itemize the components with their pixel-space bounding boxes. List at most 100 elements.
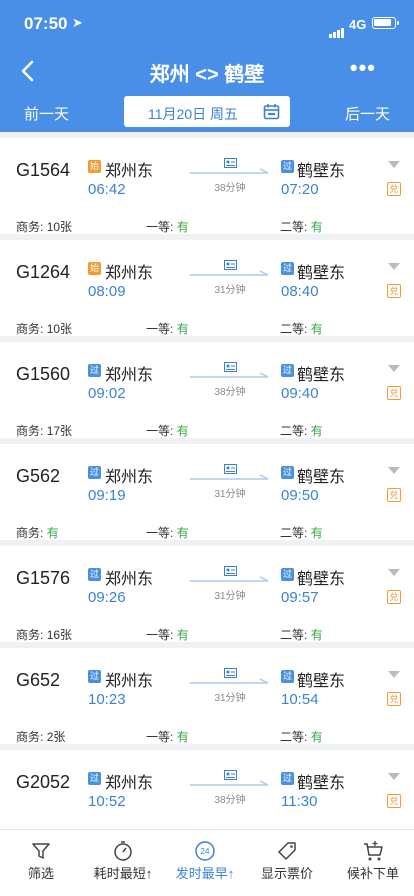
- back-arrow-icon[interactable]: [14, 56, 44, 86]
- first-class-availability: 有: [176, 730, 189, 744]
- business-availability: 10张: [46, 322, 73, 336]
- business-seat: 商务: 有: [16, 526, 59, 540]
- second-class-seat: 二等: 有: [280, 628, 323, 642]
- chevron-down-icon[interactable]: [388, 569, 400, 576]
- previous-day-button[interactable]: 前一天: [24, 103, 69, 124]
- train-number: G2052: [16, 772, 71, 792]
- exchange-badge: 兑: [387, 284, 401, 298]
- route-arrow-icon: [190, 372, 269, 378]
- first-class-availability: 有: [176, 322, 189, 336]
- pass-station-tag: 过: [281, 262, 294, 275]
- departure-time: 06:42: [88, 181, 126, 198]
- train-card[interactable]: G2052 过 郑州东 10:52 38分钟 过 鹤壁东 11:30 兑: [0, 750, 414, 829]
- next-day-button[interactable]: 后一天: [345, 103, 390, 124]
- arrival-time: 09:57: [281, 589, 319, 606]
- business-availability: 17张: [46, 424, 73, 438]
- business-seat: 商务: 16张: [16, 628, 73, 642]
- clock-24-icon: 24: [195, 841, 215, 861]
- bottom-toolbar: 筛选 耗时最短↑ 24 发时最早↑ 显示票价 候补下单: [0, 829, 414, 896]
- arrival-station: 鹤壁东: [297, 673, 346, 690]
- arrival-time: 08:40: [281, 283, 319, 300]
- business-seat: 商务: 2张: [16, 730, 66, 744]
- train-number: G1576: [16, 568, 71, 588]
- second-class-availability: 有: [310, 526, 323, 540]
- exchange-badge: 兑: [387, 692, 401, 706]
- sort-shortest-duration-button[interactable]: 耗时最短↑: [82, 830, 164, 896]
- arrival-station: 鹤壁东: [297, 163, 346, 180]
- departure-time: 09:19: [88, 487, 126, 504]
- exchange-badge: 兑: [387, 590, 401, 604]
- id-card-icon: [224, 158, 237, 168]
- arrival-time: 11:30: [281, 793, 318, 810]
- train-card[interactable]: G1576 过 郑州东 09:26 31分钟 过 鹤壁东 09:57 兑 商务:…: [0, 546, 414, 642]
- cart-plus-icon: [364, 841, 383, 861]
- sort-earliest-departure-button[interactable]: 24 发时最早↑: [164, 830, 246, 896]
- more-options-icon[interactable]: •••: [350, 57, 376, 79]
- exchange-badge: 兑: [387, 182, 401, 196]
- origin-station-tag: 始: [88, 262, 101, 275]
- pass-station-tag: 过: [281, 466, 294, 479]
- id-card-icon: [224, 770, 237, 780]
- business-availability: 2张: [46, 730, 66, 744]
- departure-time: 09:02: [88, 385, 126, 402]
- selected-date: 11月20日 周五: [148, 106, 238, 122]
- departure-time: 09:26: [88, 589, 126, 606]
- departure-station: 郑州东: [105, 367, 154, 384]
- filter-button[interactable]: 筛选: [0, 830, 82, 896]
- train-card[interactable]: G652 过 郑州东 10:23 31分钟 过 鹤壁东 10:54 兑 商务: …: [0, 648, 414, 744]
- id-card-icon: [224, 566, 237, 576]
- departure-time: 08:09: [88, 283, 126, 300]
- chevron-down-icon[interactable]: [388, 671, 400, 678]
- business-seat: 商务: 10张: [16, 220, 73, 234]
- travel-duration: 38分钟: [214, 387, 246, 398]
- chevron-down-icon[interactable]: [388, 365, 400, 372]
- filter-label: 筛选: [27, 866, 54, 881]
- pass-station-tag: 过: [281, 364, 294, 377]
- chevron-down-icon[interactable]: [388, 773, 400, 780]
- arrival-time: 07:20: [281, 181, 319, 198]
- first-class-availability: 有: [176, 526, 189, 540]
- chevron-down-icon[interactable]: [388, 467, 400, 474]
- calendar-icon: [263, 104, 280, 120]
- status-bar: 07:50 ➤ 4G: [0, 0, 414, 48]
- show-price-button[interactable]: 显示票价: [246, 830, 328, 896]
- departure-station: 郑州东: [105, 265, 154, 282]
- arrival-station: 鹤壁东: [297, 775, 346, 792]
- second-class-seat: 二等: 有: [280, 322, 323, 336]
- arrival-station: 鹤壁东: [297, 571, 346, 588]
- location-arrow-icon: ➤: [72, 15, 83, 30]
- chevron-down-icon[interactable]: [388, 263, 400, 270]
- price-tag-icon: [278, 842, 296, 860]
- signal-icon: [329, 20, 345, 38]
- first-class-availability: 有: [176, 628, 189, 642]
- train-card[interactable]: G1264 始 郑州东 08:09 31分钟 过 鹤壁东 08:40 兑 商务:…: [0, 240, 414, 336]
- sort-shortest-label: 耗时最短↑: [93, 866, 153, 881]
- train-number: G1264: [16, 262, 71, 282]
- pass-station-tag: 过: [281, 160, 294, 173]
- date-picker[interactable]: 11月20日 周五: [124, 96, 290, 127]
- route-arrow-icon: [190, 678, 269, 684]
- business-availability: 16张: [46, 628, 73, 642]
- train-number: G1564: [16, 160, 71, 180]
- stopwatch-icon: [114, 841, 132, 861]
- departure-time: 10:23: [88, 691, 126, 708]
- departure-station: 郑州东: [105, 571, 154, 588]
- waitlist-order-button[interactable]: 候补下单: [332, 830, 414, 896]
- first-class-seat: 一等: 有: [146, 526, 189, 540]
- train-card[interactable]: G1564 始 郑州东 06:42 38分钟 过 鹤壁东 07:20 兑 商务:…: [0, 138, 414, 234]
- exchange-badge: 兑: [387, 386, 401, 400]
- filter-icon: [32, 843, 50, 859]
- departure-station: 郑州东: [105, 469, 154, 486]
- travel-duration: 38分钟: [214, 183, 246, 194]
- train-list[interactable]: G1564 始 郑州东 06:42 38分钟 过 鹤壁东 07:20 兑 商务:…: [0, 132, 414, 829]
- pass-station-tag: 过: [88, 772, 101, 785]
- train-card[interactable]: G1560 过 郑州东 09:02 38分钟 过 鹤壁东 09:40 兑 商务:…: [0, 342, 414, 438]
- departure-time: 10:52: [88, 793, 126, 810]
- chevron-down-icon[interactable]: [388, 161, 400, 168]
- id-card-icon: [224, 362, 237, 372]
- second-class-availability: 有: [310, 424, 323, 438]
- train-card[interactable]: G562 过 郑州东 09:19 31分钟 过 鹤壁东 09:50 兑 商务: …: [0, 444, 414, 540]
- train-number: G1560: [16, 364, 71, 384]
- arrival-time: 09:40: [281, 385, 319, 402]
- second-class-availability: 有: [310, 322, 323, 336]
